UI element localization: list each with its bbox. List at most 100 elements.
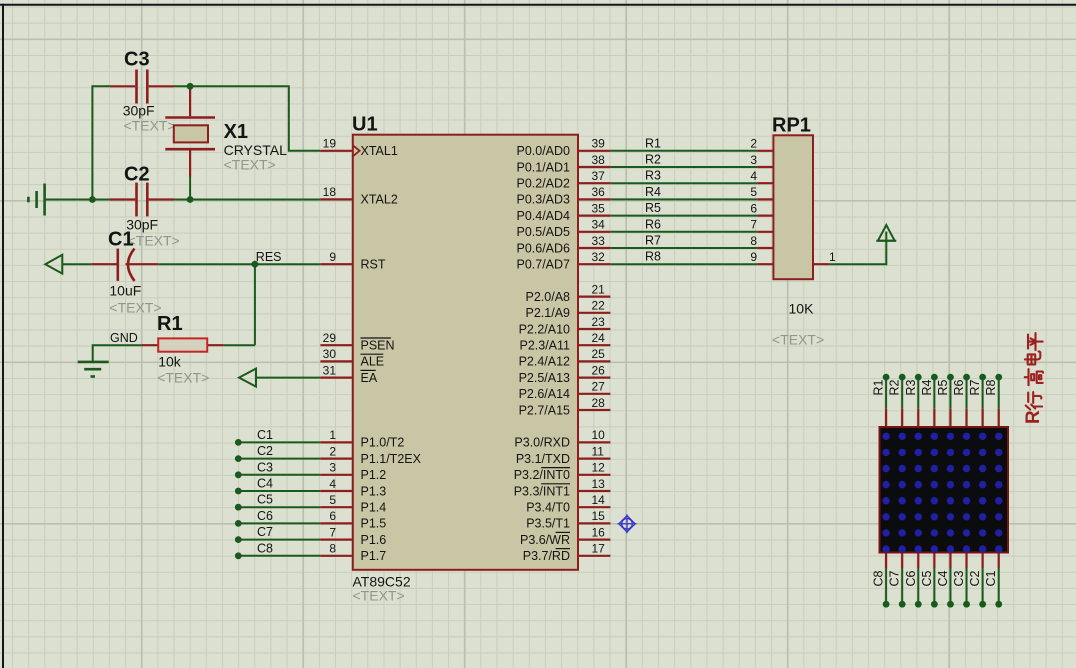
c1-text-placeholder: <TEXT> (109, 300, 161, 316)
pin-number: 34 (592, 218, 606, 232)
pin-name: P3.7/RD (523, 549, 570, 563)
pin-number: 15 (592, 509, 606, 523)
rp1-pin-number: 1 (829, 250, 836, 264)
led-dot (946, 529, 955, 537)
junction-dot (251, 260, 259, 268)
r1-body (157, 337, 209, 353)
pin-name: P1.7 (361, 549, 387, 563)
led-dot (978, 480, 987, 489)
net-label: R6 (645, 217, 661, 231)
matrix-bottom-pin-label: C6 (904, 570, 918, 586)
c1-ref-label: C1 (108, 229, 134, 251)
pin-name: P3.0/RXD (514, 436, 570, 450)
matrix-bottom-pin-label: C3 (952, 570, 966, 586)
pin-name: XTAL1 (361, 144, 398, 158)
rp1-pin-number: 6 (750, 201, 757, 215)
pin-number: 2 (329, 444, 336, 458)
led-dot (882, 464, 890, 473)
pin-name: P3.3/INT1 (514, 484, 570, 498)
net-label-res: RES (256, 250, 282, 264)
rp1-ref-label: RP1 (772, 115, 811, 137)
junction-dot (89, 196, 96, 203)
net-label: R1 (645, 136, 661, 150)
led-dot (995, 529, 1003, 537)
junction-dot (963, 600, 970, 608)
led-dot (946, 432, 955, 440)
net-label: C8 (257, 541, 273, 555)
junction-dot (234, 487, 242, 495)
led-dot (962, 464, 971, 473)
pin-number: 27 (592, 380, 606, 394)
pin-name: P1.4 (361, 501, 387, 515)
pin-number: 8 (329, 542, 336, 556)
matrix-top-pin-label: R6 (952, 379, 966, 395)
led-dot (930, 529, 939, 537)
led-dot (914, 448, 922, 457)
led-dot (978, 432, 987, 440)
c1-value-label: 10uF (109, 283, 141, 299)
matrix-top-pin-label: R1 (872, 379, 886, 395)
pin-name: P0.1/AD1 (516, 160, 570, 174)
pin-number: 3 (329, 461, 336, 475)
pin-number: 35 (592, 201, 606, 215)
led-dot (914, 545, 922, 553)
matrix-top-pin-label: R5 (936, 379, 950, 395)
net-label: R3 (645, 169, 661, 183)
pin-number: 23 (592, 315, 606, 329)
pin-name: P1.5 (361, 517, 387, 531)
c2-ref-label: C2 (124, 164, 150, 186)
led-dot (930, 448, 939, 457)
matrix-top-pin-label: R4 (920, 379, 934, 395)
x1-text-placeholder: <TEXT> (224, 156, 276, 172)
pin-number: 22 (592, 299, 606, 313)
annotation-latin-char: R (1023, 410, 1044, 424)
led-matrix[interactable] (878, 426, 1009, 554)
led-dot (995, 545, 1003, 553)
matrix-top-pin-label: R7 (968, 379, 982, 395)
rp1-pin-number: 5 (750, 185, 757, 199)
led-dot (898, 497, 906, 505)
pin-number: 32 (592, 250, 606, 264)
led-dot (882, 448, 890, 457)
pin-number: 13 (592, 477, 606, 491)
pin-number: 25 (592, 347, 606, 361)
led-dot (914, 480, 922, 489)
led-dot (898, 529, 906, 537)
r1-text-placeholder: <TEXT> (157, 370, 209, 386)
junction-dot (234, 439, 242, 446)
schematic-sheet: C3 30pF <TEXT> C2 30pF <TEXT> C1 10uF <T… (0, 0, 1076, 668)
x1-ref-label: X1 (224, 121, 248, 143)
led-dot (898, 513, 906, 521)
rp1-pin-number: 2 (750, 137, 757, 151)
c3-ref-label: C3 (124, 49, 150, 71)
led-dot (930, 432, 939, 440)
pin-name: PSEN (361, 339, 395, 353)
pin-number: 4 (329, 477, 336, 491)
led-dot (898, 432, 906, 440)
led-dot (995, 497, 1003, 505)
pin-number: 24 (592, 331, 606, 345)
led-dot (946, 545, 955, 553)
junction-dot (947, 373, 954, 381)
pin-number: 28 (592, 396, 606, 410)
net-label: C3 (257, 460, 273, 474)
pin-number: 11 (592, 444, 605, 458)
pin-name: P2.6/A14 (519, 387, 570, 401)
c3-text-placeholder: <TEXT> (124, 118, 176, 134)
net-label: C2 (257, 444, 273, 458)
pin-name: P0.6/AD6 (516, 241, 570, 255)
led-dot (962, 448, 971, 457)
pin-name: ALE (361, 355, 385, 369)
pin-name: P2.0/A8 (526, 290, 571, 304)
pin-number: 5 (329, 493, 336, 507)
junction-dot (930, 373, 938, 381)
led-dot (962, 432, 971, 440)
led-dot (995, 480, 1003, 489)
pin-number: 33 (592, 234, 606, 248)
pin-number: 16 (592, 525, 606, 539)
junction-dot (914, 373, 922, 381)
pin-number: 19 (323, 137, 337, 151)
pin-number: 29 (323, 331, 337, 345)
led-dot (914, 529, 922, 537)
pin-name: P0.5/AD5 (516, 225, 570, 239)
